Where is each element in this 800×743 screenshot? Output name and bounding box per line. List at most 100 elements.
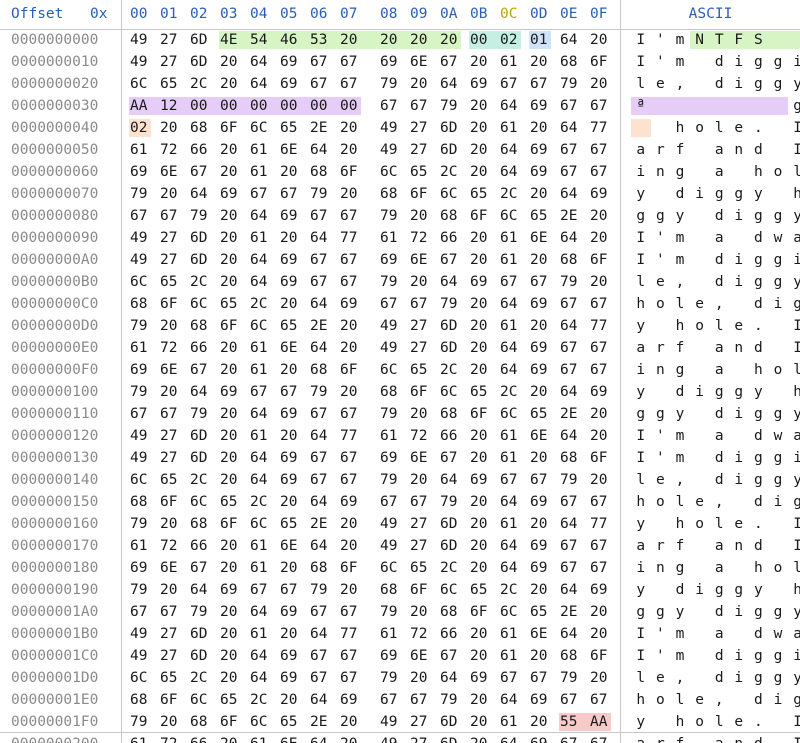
ascii-char: g [754,406,763,422]
ascii-char: l [636,670,646,686]
ascii-char: a [714,538,724,554]
hex-row: 00000001D0 6C 65 2C 20 64 69 67 67 79 20 64 69 67 67 79… [0,667,800,689]
ascii-char: i [773,692,783,708]
hex-row: 00000001A0 67 67 79 20 64 69 67 67 79 20 68 6F 6C 65 2E… [0,601,800,623]
ascii-char: y [793,472,800,488]
ascii-char: i [734,450,744,466]
ascii-char: w [773,428,783,444]
ascii-char: g [773,604,783,620]
ascii-char [690,95,710,117]
ascii-char [690,469,710,491]
ascii-char [690,51,710,73]
ascii-char: I [636,252,646,268]
ascii-char [690,557,710,579]
ascii-char [690,271,710,293]
ascii-char: g [754,604,763,620]
ascii-char: a [714,560,724,576]
column-header-08: 08 [380,6,398,22]
ascii-char: i [793,450,800,466]
ascii-char: i [734,208,744,224]
hex-row: 0000000070 79 20 64 69 67 67 79 20 68 6F 6C 65 2C 20 64… [0,183,800,205]
hex-viewer[interactable]: Offset 0x 00 01 02 03 04 05 06 07 08 09 0A 0B 0C 0D 0E… [0,0,800,743]
ascii-char: n [734,142,744,158]
ascii-char: e [656,670,665,686]
ascii-char: g [754,252,763,268]
ascii-char: I [793,142,800,158]
ascii-char: g [714,186,724,202]
ascii-char: g [636,208,646,224]
ascii-char: d [754,626,763,642]
ascii-char: n [656,560,665,576]
hex-row: 00000000C0 68 6F 6C 65 2C 20 64 69 67 67 79 20 64 69 67… [0,293,800,315]
ascii-char: h [675,714,685,730]
ascii-char: d [714,670,724,686]
column-header: Offset 0x 00 01 02 03 04 05 06 07 08 09 0A 0B 0C 0D 0E… [0,0,800,29]
ascii-char: n [656,164,665,180]
ascii-char [690,205,710,227]
ascii-char [690,601,710,623]
ascii-char: . [754,318,763,334]
ascii-char: y [793,208,800,224]
offset-header: Offset [11,6,64,22]
ascii-char: y [675,208,685,224]
ascii-char [690,645,710,667]
ascii-char [729,491,749,513]
ascii-char [768,535,788,557]
ascii-char: g [714,582,724,598]
ascii-char: f [670,733,690,743]
ascii-char: i [636,560,646,576]
ascii-char: g [656,604,665,620]
ascii-char: d [714,274,724,290]
ascii-char: ' [656,648,665,664]
ascii-char [729,161,749,183]
ascii-char: r [656,538,665,554]
column-header-02: 02 [190,6,208,22]
ascii-char: g [754,54,763,70]
ascii-char: f [675,340,685,356]
ascii-char: g [754,472,763,488]
ascii-char: d [714,472,724,488]
ascii-char: l [675,494,685,510]
ascii-char [768,513,788,535]
ascii-char [690,139,710,161]
ascii-char [690,733,710,743]
ascii-char [709,95,729,117]
hex-row: 0000000140 6C 65 2C 20 64 69 67 67 79 20 64 69 67 67 79… [0,469,800,491]
ascii-char: o [695,516,704,532]
ascii-char: i [734,54,744,70]
ascii-char: d [754,142,763,158]
ascii-char: a [714,164,724,180]
ascii-char: h [754,164,763,180]
ascii-char: g [675,362,685,378]
ascii-char: n [729,733,749,743]
ascii-char: g [675,164,685,180]
ascii-char: h [793,186,800,202]
ascii-char [690,535,710,557]
ascii-char: d [714,76,724,92]
ascii-char [768,117,788,139]
ascii-char: d [754,538,763,554]
ascii-char: w [773,626,783,642]
hex-row: 00000000E0 61 72 66 20 61 6E 64 20 49 27 6D 20 64 69 67… [0,337,800,359]
ascii-char: o [656,296,665,312]
ascii-char: g [793,98,800,114]
column-header-0C: 0C [500,6,518,22]
ascii-char: o [773,362,783,378]
ascii-char: i [695,384,704,400]
ascii-char [651,381,671,403]
ascii-char: l [714,318,724,334]
ascii-char: , [675,670,685,686]
ascii-char: g [754,76,763,92]
ascii-char: o [695,714,704,730]
ascii-char [729,293,749,315]
ascii-char: a [714,362,724,378]
ascii-char: h [793,582,800,598]
hex-row: 0000000090 49 27 6D 20 61 20 64 77 61 72 66 20 61 6E 64… [0,227,800,249]
hex-row: 0000000110 67 67 79 20 64 69 67 67 79 20 68 6F 6C 65 2E… [0,403,800,425]
ascii-char: y [793,274,800,290]
ascii-char: l [675,296,685,312]
ascii-char: g [773,208,783,224]
ascii-char: I [788,733,800,743]
ascii-char: d [754,340,763,356]
ascii-char [690,73,710,95]
